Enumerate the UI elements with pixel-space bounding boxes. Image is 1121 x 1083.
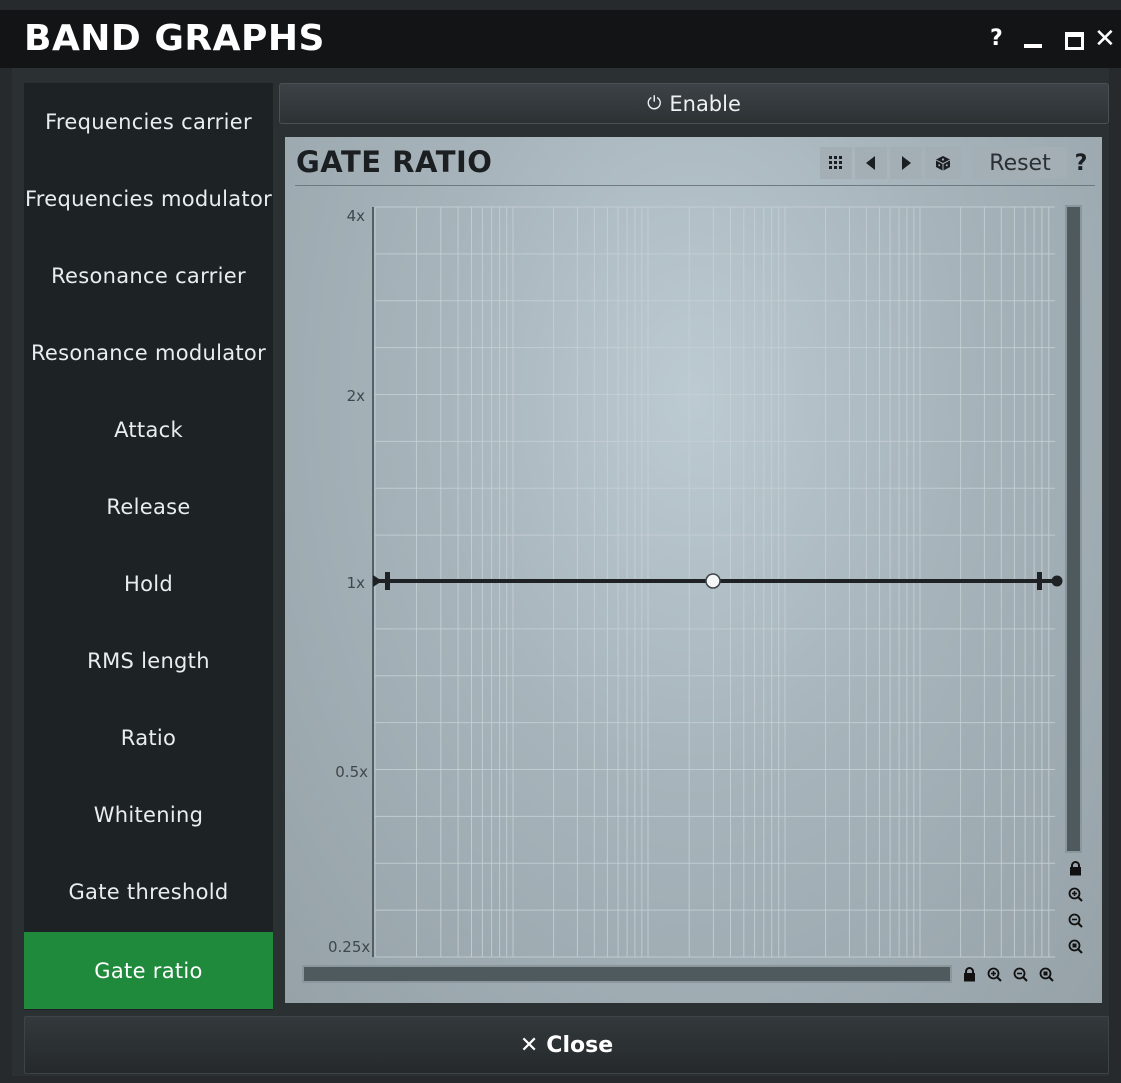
band-graphs-window: BAND GRAPHS ? ✕ Frequencies carrier Freq… (0, 0, 1121, 1083)
sidebar-item-gate-ratio[interactable]: Gate ratio (24, 932, 273, 1009)
sidebar-item-rms-length[interactable]: RMS length (24, 622, 273, 699)
sidebar-item-hold[interactable]: Hold (24, 545, 273, 622)
zoom-in-icon[interactable] (1066, 887, 1084, 906)
lock-icon[interactable] (1066, 861, 1084, 880)
enable-button[interactable]: ⏻ Enable (279, 83, 1109, 124)
left-endpoint-arrow (373, 575, 382, 587)
zoom-reset-icon[interactable] (1037, 967, 1055, 986)
right-endpoint-dot (1051, 575, 1063, 587)
close-label: Close (546, 1032, 614, 1058)
sidebar-item-resonance-carrier[interactable]: Resonance carrier (24, 237, 273, 314)
horizontal-scrollbar[interactable] (302, 965, 952, 983)
maximize-button[interactable] (1065, 32, 1084, 50)
graph-plot-area[interactable] (285, 137, 1102, 1003)
sidebar-item-gate-threshold[interactable]: Gate threshold (24, 853, 273, 930)
sidebar-item-attack[interactable]: Attack (24, 391, 273, 468)
sidebar-item-resonance-modulator[interactable]: Resonance modulator (24, 314, 273, 391)
sidebar-item-whitening[interactable]: Whitening (24, 776, 273, 853)
sidebar-item-ratio[interactable]: Ratio (24, 699, 273, 776)
sidebar: Frequencies carrier Frequencies modulato… (24, 83, 273, 1010)
sidebar-item-frequencies-carrier[interactable]: Frequencies carrier (24, 83, 273, 160)
right-band-handle (1037, 572, 1042, 590)
close-icon: ✕ (519, 1032, 539, 1058)
zoom-reset-icon[interactable] (1066, 939, 1084, 958)
sidebar-item-frequencies-modulator[interactable]: Frequencies modulator (24, 160, 273, 237)
title-bar: BAND GRAPHS ? ✕ (0, 10, 1121, 68)
lock-icon[interactable] (960, 967, 978, 986)
sidebar-item-release[interactable]: Release (24, 468, 273, 545)
zoom-out-icon[interactable] (1066, 913, 1084, 932)
curve-control-point (705, 573, 721, 589)
minimize-button[interactable] (1024, 44, 1042, 48)
left-band-handle (385, 572, 390, 590)
vertical-scrollbar[interactable] (1065, 205, 1082, 853)
close-button[interactable]: ✕ Close (24, 1016, 1109, 1074)
zoom-in-icon[interactable] (985, 967, 1003, 986)
help-button[interactable]: ? (990, 26, 1003, 51)
close-window-button[interactable]: ✕ (1094, 24, 1116, 54)
window-title: BAND GRAPHS (24, 18, 325, 59)
power-icon: ⏻ (647, 93, 662, 114)
graph-panel: GATE RATIO Reset ? 4x 2x 1x 0.5x 0.25x (285, 137, 1102, 1003)
enable-label: Enable (669, 91, 741, 116)
zoom-out-icon[interactable] (1011, 967, 1029, 986)
